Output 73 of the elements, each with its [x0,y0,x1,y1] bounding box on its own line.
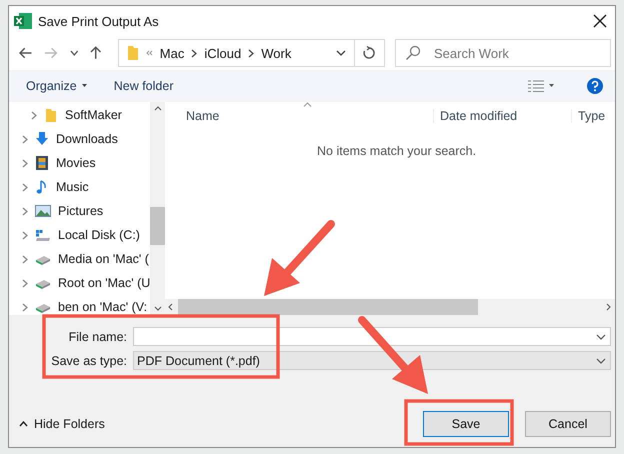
search-icon [405,45,421,61]
sidebar-item[interactable]: Downloads [56,132,118,146]
refresh-button[interactable] [354,39,385,67]
new-folder-button[interactable]: New folder [114,79,174,93]
expand-chevron-icon[interactable] [22,206,28,216]
expand-chevron-icon[interactable] [22,134,28,144]
save-type-label: Save as type: [50,354,127,368]
save-button[interactable]: Save [423,411,509,437]
hard-drive-icon [35,228,51,242]
sidebar-item[interactable]: ben on 'Mac' (V: [58,300,148,314]
breadcrumb-item[interactable]: Work [261,46,292,60]
forward-arrow-icon[interactable] [44,47,58,59]
expand-chevron-icon[interactable] [31,110,37,120]
sidebar-item[interactable]: SoftMaker [65,108,122,122]
back-arrow-icon[interactable] [19,47,32,59]
refresh-icon [362,46,376,60]
spreadsheet-app-icon [14,13,32,29]
scrollbar-thumb[interactable] [178,299,478,315]
sidebar-item[interactable]: Pictures [58,204,104,218]
caret-icon[interactable] [82,84,87,88]
empty-message: No items match your search. [317,144,476,158]
column-header[interactable]: Type [572,108,606,122]
folder-icon [44,107,58,123]
list-view-icon[interactable] [528,80,544,92]
vertical-scrollbar[interactable] [150,102,166,315]
scroll-left-icon[interactable] [168,303,173,311]
address-bar[interactable]: Mac iCloud Work [118,39,356,67]
caret-icon[interactable] [549,84,554,88]
up-arrow-icon[interactable] [90,46,102,60]
film-icon [35,155,49,171]
expand-chevron-icon[interactable] [22,158,28,168]
window-title: Save Print Output As [38,14,159,28]
expand-chevron-icon[interactable] [22,302,28,312]
chevron-down-icon [596,358,606,364]
help-icon[interactable] [587,78,603,94]
sidebar-item[interactable]: Music [56,180,89,194]
organize-menu-button[interactable]: Organize [26,79,77,93]
breadcrumb-item[interactable]: iCloud [204,46,242,60]
sidebar-item[interactable]: Movies [56,156,96,170]
expand-chevron-icon[interactable] [22,230,28,240]
column-header[interactable]: Name [164,108,434,122]
download-arrow-icon [35,131,49,147]
column-header[interactable]: Date modified [434,108,572,122]
file-name-label: File name: [68,330,127,344]
expand-chevron-icon[interactable] [22,254,28,264]
chevron-right-icon [248,48,254,58]
scroll-down-icon[interactable] [154,306,162,311]
double-chevron-icon [146,50,153,56]
sidebar-item[interactable]: Root on 'Mac' (U [58,276,150,290]
save-type-dropdown[interactable]: PDF Document (*.pdf) [133,351,611,370]
scroll-right-icon[interactable] [606,303,611,311]
breadcrumb-item[interactable]: Mac [160,46,184,60]
landscape-picture-icon [35,204,51,218]
scroll-up-icon[interactable] [154,106,162,111]
search-field[interactable]: Search Work [395,39,611,67]
chevron-down-icon[interactable] [70,50,78,56]
chevron-up-icon[interactable] [19,421,28,427]
horizontal-scrollbar[interactable] [164,299,615,315]
sidebar-item[interactable]: Media on 'Mac' ( [58,252,149,266]
music-note-icon [35,179,49,195]
chevron-right-icon [191,48,198,58]
chevron-down-icon[interactable] [336,50,346,56]
sort-caret-icon [303,102,312,107]
folder-icon [126,45,139,61]
expand-chevron-icon[interactable] [22,182,28,192]
file-name-field[interactable] [133,327,611,346]
sidebar-item[interactable]: Local Disk (C:) [58,228,140,242]
chevron-down-icon[interactable] [596,334,606,340]
close-icon[interactable] [593,14,607,28]
scrollbar-thumb[interactable] [150,207,166,245]
hide-folders-button[interactable]: Hide Folders [34,417,105,431]
expand-chevron-icon[interactable] [22,278,28,288]
cancel-button[interactable]: Cancel [525,411,611,437]
